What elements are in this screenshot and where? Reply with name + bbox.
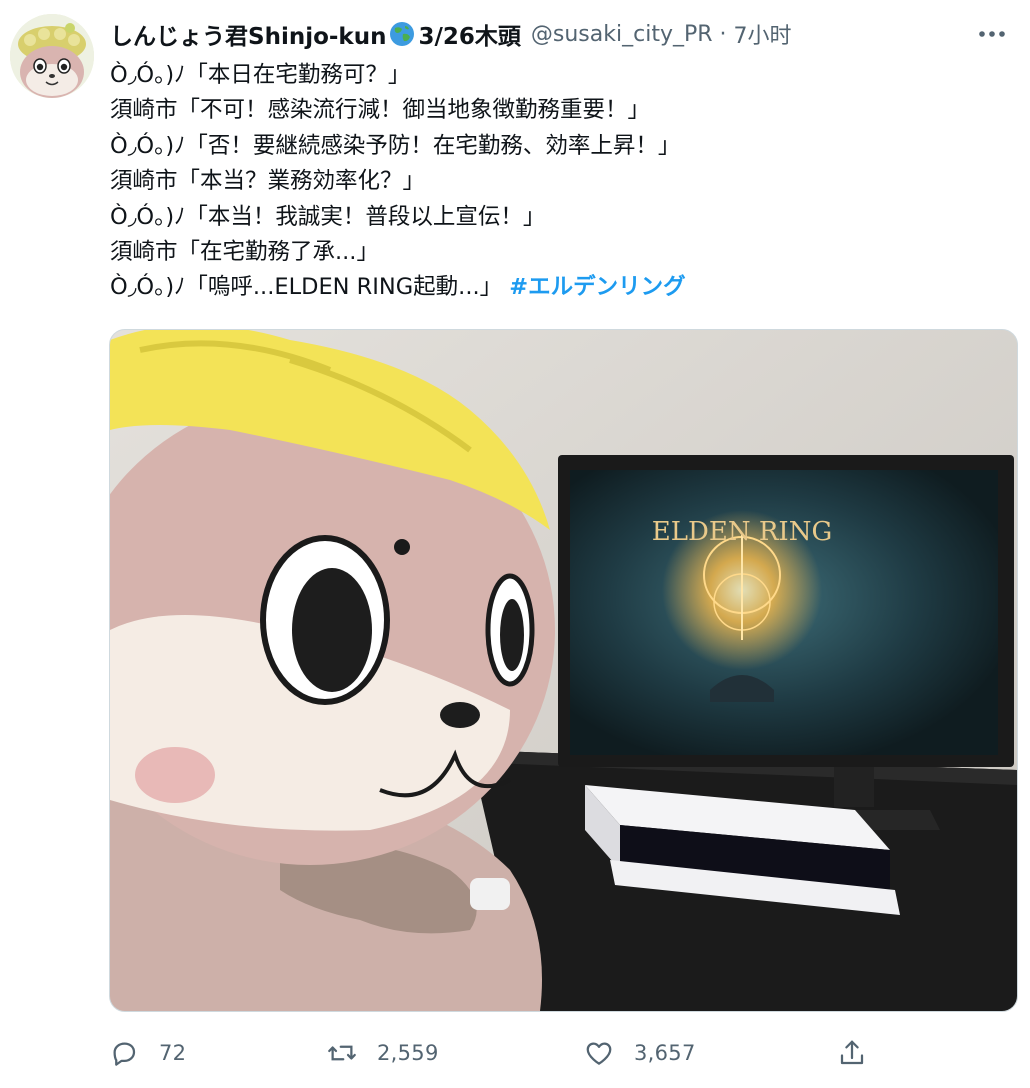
hashtag-link[interactable]: #エルデンリング (509, 274, 685, 300)
reply-icon (113, 1042, 136, 1066)
heart-icon (586, 1042, 612, 1065)
photo-illustration: ELDEN RING (110, 330, 1017, 1011)
reply-count: 72 (159, 1041, 187, 1065)
more-horizontal-icon (979, 31, 1005, 37)
tweet-text-line: Ò◞Ó。)ﾉ「嗚呼...ELDEN RING起動...」 (110, 274, 503, 301)
retweet-count: 2,559 (377, 1041, 439, 1065)
meta-separator: · (719, 21, 727, 47)
avatar[interactable] (10, 14, 94, 98)
like-button[interactable]: 3,657 (584, 1030, 696, 1076)
globe-emoji-icon (389, 21, 415, 47)
tweet-photo[interactable]: ELDEN RING (109, 329, 1018, 1012)
retweet-icon (328, 1045, 356, 1061)
tweet-text-line: Ò◞Ó。)ﾉ「否！要継続感染予防！在宅勤務、効率上昇！」 (110, 132, 681, 159)
display-name[interactable]: しんじょう君Shinjo-kun (110, 17, 386, 51)
tweet-actions: 72 2,559 3,657 (109, 1030, 909, 1076)
tweet-text-line: Ò◞Ó。)ﾉ「本日在宅勤務可？」 (110, 62, 411, 88)
retweet-button[interactable]: 2,559 (327, 1030, 439, 1076)
like-count: 3,657 (634, 1041, 696, 1065)
tweet-text-last-line: Ò◞Ó。)ﾉ「嗚呼...ELDEN RING起動...」 #エルデンリング (110, 270, 1010, 305)
avatar-image (10, 14, 94, 98)
screen-title-text: ELDEN RING (652, 517, 832, 547)
tweet-text-line: 須崎市「不可！感染流行減！御当地象徴勤務重要！」 (110, 97, 651, 124)
reply-button[interactable]: 72 (109, 1030, 186, 1076)
share-button[interactable] (837, 1030, 887, 1076)
tweet-text-line: Ò◞Ó。)ﾉ「本当！我誠実！普段以上宣伝！」 (110, 203, 546, 230)
tweet-text-line: 須崎市「本当？業務効率化？」 (110, 168, 426, 195)
more-options-button[interactable] (974, 20, 1010, 48)
display-name-suffix[interactable]: 3/26木頭 (418, 17, 520, 51)
tweet-text: Ò◞Ó。)ﾉ「本日在宅勤務可？」 須崎市「不可！感染流行減！御当地象徴勤務重要！… (110, 58, 1010, 306)
user-handle[interactable]: @susaki_city_PR (531, 22, 713, 47)
timestamp[interactable]: 7小时 (734, 18, 792, 50)
tweet-text-line: 須崎市「在宅勤務了承...」 (110, 239, 379, 266)
share-icon (840, 1040, 864, 1065)
tweet-header: しんじょう君Shinjo-kun 3/26木頭 @susaki_city_PR … (110, 16, 1010, 52)
tweet: しんじょう君Shinjo-kun 3/26木頭 @susaki_city_PR … (0, 0, 1030, 1088)
